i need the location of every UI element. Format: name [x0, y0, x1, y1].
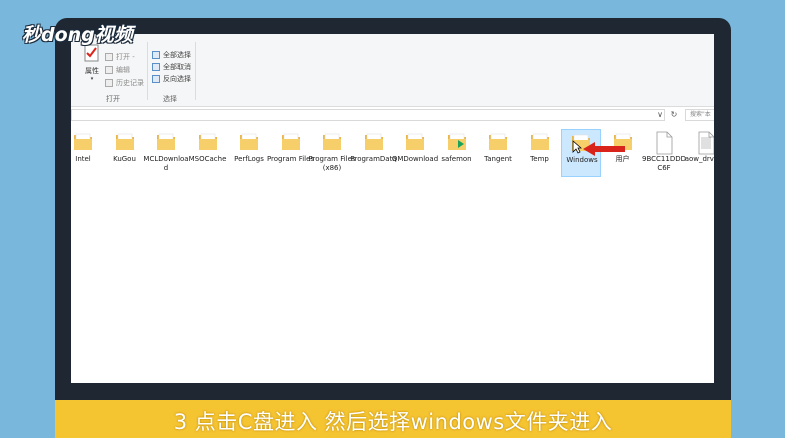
select-none-button[interactable]: 全部取消: [152, 62, 191, 72]
select-group-caption: 选择: [163, 95, 177, 103]
folder-icon: [155, 131, 177, 157]
address-bar: ∨ ↻ 搜索"本: [71, 107, 714, 123]
edit-button[interactable]: 编辑: [105, 65, 130, 75]
folder-icon: [238, 131, 260, 157]
file-item[interactable]: Program Files: [267, 129, 314, 177]
subtitle-text: 3 点击C盘进入 然后选择windows文件夹进入: [173, 410, 613, 434]
folder-icon: [197, 131, 219, 157]
file-item-label: Temp: [530, 155, 549, 163]
select-none-icon: [152, 63, 160, 71]
select-none-label: 全部取消: [163, 63, 191, 71]
file-item[interactable]: 9BCC11DDDC6F: [642, 129, 686, 177]
mouse-cursor-icon: [572, 140, 582, 154]
file-item[interactable]: Program Files (x86): [308, 129, 356, 177]
open-button[interactable]: 打开 -: [105, 52, 135, 62]
folder-icon: [487, 131, 509, 157]
ribbon-separator: [195, 42, 196, 100]
history-label: 历史记录: [116, 79, 144, 87]
folder-icon: [363, 131, 385, 157]
invert-selection-button[interactable]: 反向选择: [152, 74, 191, 84]
open-group-caption: 打开: [106, 95, 120, 103]
history-button[interactable]: 历史记录: [105, 78, 144, 88]
edit-label: 编辑: [116, 66, 130, 74]
open-icon: [105, 53, 113, 61]
red-arrow-icon: [583, 142, 625, 156]
select-all-button[interactable]: 全部选择: [152, 50, 191, 60]
address-field[interactable]: [71, 109, 665, 121]
file-item[interactable]: PerfLogs: [229, 129, 269, 177]
folder-icon: [280, 131, 302, 157]
file-item-label: aow_drv.log: [684, 155, 714, 163]
folder-icon: [72, 131, 94, 157]
folder-icon: [321, 131, 343, 157]
file-item[interactable]: KuGou: [105, 129, 145, 177]
history-icon: [105, 79, 113, 87]
select-all-icon: [152, 51, 160, 59]
file-list: Intel KuGou MCLDownload MSOCache PerfLogs Pro…: [71, 129, 714, 383]
file-item[interactable]: ProgramData: [350, 129, 397, 177]
open-label: 打开 -: [116, 53, 135, 61]
folder-icon: [114, 131, 136, 157]
invert-selection-icon: [152, 75, 160, 83]
app-folder-icon: [446, 131, 468, 157]
refresh-icon[interactable]: ↻: [669, 109, 679, 121]
file-item[interactable]: Intel: [71, 129, 103, 177]
folder-icon: [529, 131, 551, 157]
watermark-logo: 秒dong视频: [22, 24, 133, 46]
file-item[interactable]: Temp: [520, 129, 560, 177]
subtitle-bar: 3 点击C盘进入 然后选择windows文件夹进入: [55, 400, 731, 438]
file-item[interactable]: MSOCache: [188, 129, 228, 177]
address-dropdown-icon[interactable]: ∨: [655, 109, 665, 121]
properties-button[interactable]: 属性 ▾: [77, 44, 107, 88]
file-item[interactable]: safemon: [437, 129, 477, 177]
search-input[interactable]: 搜索"本: [685, 109, 714, 121]
file-explorer-window: 属性 ▾ 打开 - 编辑 历史记录 打开 全部选择 全部取消 反向选择 选择 ∨…: [71, 34, 714, 383]
file-item[interactable]: aow_drv.log: [685, 129, 714, 177]
edit-icon: [105, 66, 113, 74]
properties-label: 属性: [85, 67, 99, 75]
file-item[interactable]: MCLDownload: [143, 129, 189, 177]
ribbon-separator: [147, 42, 148, 100]
folder-icon: [404, 131, 426, 157]
invert-selection-label: 反向选择: [163, 75, 191, 83]
file-item[interactable]: QMDownload: [392, 129, 438, 177]
file-item[interactable]: Tangent: [478, 129, 518, 177]
chevron-down-icon: ▾: [90, 76, 94, 82]
ribbon: 属性 ▾ 打开 - 编辑 历史记录 打开 全部选择 全部取消 反向选择 选择: [71, 34, 714, 107]
select-all-label: 全部选择: [163, 51, 191, 59]
